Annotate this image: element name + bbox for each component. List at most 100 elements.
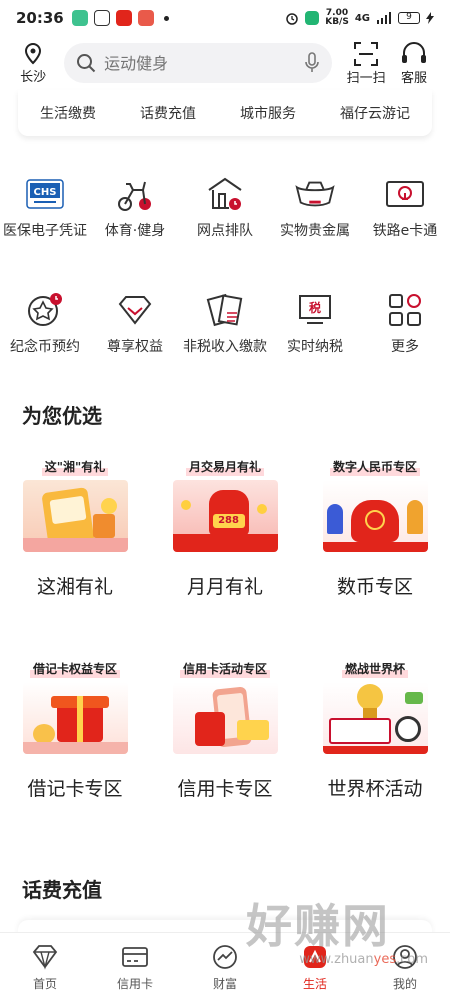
- bank-queue-icon: [205, 174, 245, 214]
- quick-service-item[interactable]: 生活缴费: [40, 103, 96, 123]
- grid-item-label: 体育·健身: [104, 223, 166, 239]
- promo-name: 月月有礼: [186, 576, 263, 598]
- grid-item-label: 铁路e卡通: [372, 223, 438, 239]
- service-label: 客服: [401, 70, 428, 86]
- grid-item-coin-reservation[interactable]: 纪念币预约: [0, 290, 90, 357]
- promo-card-credit[interactable]: 信用卡活动专区 信用卡专区: [150, 660, 300, 801]
- service-grid-row-2: 纪念币预约 尊享权益 非税收入缴款 税 实时纳税 更多: [0, 290, 450, 357]
- promo-tag: 借记卡权益专区: [29, 660, 120, 678]
- nav-credit-card[interactable]: 信用卡: [90, 933, 180, 1000]
- search-bar[interactable]: [64, 43, 333, 83]
- header: 长沙 扫一扫 客服: [0, 36, 450, 90]
- promo-name: 这湘有礼: [36, 576, 113, 598]
- gold-ingot-icon: [295, 174, 335, 214]
- grid-item-label: 实时纳税: [287, 339, 343, 355]
- promo-tag: 数字人民币专区: [329, 458, 420, 476]
- wealth-chart-icon: [210, 942, 240, 972]
- app-notification-icon: [71, 10, 88, 26]
- nav-home[interactable]: 首页: [0, 933, 90, 1000]
- promo-card-debit[interactable]: 借记卡权益专区 借记卡专区: [0, 660, 150, 801]
- grid-item-label: 医保电子凭证: [3, 223, 87, 239]
- quick-service-item[interactable]: 城市服务: [240, 103, 296, 123]
- scan-label: 扫一扫: [346, 70, 386, 86]
- digital-rmb-illustration: [322, 480, 428, 552]
- credit-card-phone-illustration: [172, 682, 278, 754]
- quick-service-item[interactable]: 福仔云游记: [340, 103, 410, 123]
- gift-box-illustration: [22, 682, 128, 754]
- alarm-icon: [286, 13, 298, 25]
- red-envelope-illustration: 288: [172, 480, 278, 552]
- headset-icon: [402, 41, 427, 63]
- grid-item-label: 尊享权益: [107, 339, 163, 355]
- diamond-home-icon: [30, 942, 60, 972]
- scan-icon: [354, 41, 379, 66]
- nav-label: 信用卡: [116, 976, 153, 991]
- section-title-recommended: 为您优选: [22, 404, 102, 428]
- diamond-icon: [115, 290, 155, 330]
- signal-type: 4G: [354, 12, 370, 24]
- grid-item-non-tax-payment[interactable]: 非税收入缴款: [180, 290, 270, 357]
- promo-tag: 月交易月有礼: [185, 458, 264, 476]
- documents-icon: [205, 290, 245, 330]
- promo-name: 世界杯活动: [327, 778, 423, 800]
- railway-card-icon: [385, 174, 425, 214]
- grid-item-label: 更多: [391, 339, 419, 355]
- promo-card-world-cup[interactable]: 燃战世界杯 世界杯活动: [300, 660, 450, 801]
- grid-item-more[interactable]: 更多: [360, 290, 450, 357]
- grid-item-medical-insurance[interactable]: CHS 医保电子凭证: [0, 174, 90, 241]
- status-bar: 20:36 7.00 KB/S 4G 9: [0, 0, 450, 36]
- service-grid-row-1: CHS 医保电子凭证 体育·健身 网点排队 实物贵金属 铁路e卡通: [0, 174, 450, 241]
- battery-icon: 9: [398, 12, 420, 24]
- vpn-icon: [305, 11, 320, 25]
- network-speed: 7.00 KB/S: [325, 8, 349, 27]
- more-notifications-icon: [163, 15, 169, 21]
- svg-text:CHS: CHS: [34, 187, 57, 198]
- app-notification-icon: [115, 10, 132, 26]
- scan-button[interactable]: 扫一扫: [342, 41, 390, 86]
- promo-name: 借记卡专区: [27, 778, 123, 800]
- watermark-text: 好赚网: [246, 899, 390, 953]
- microphone-icon[interactable]: [304, 52, 320, 74]
- location-label: 长沙: [20, 69, 47, 85]
- search-input[interactable]: [104, 53, 305, 73]
- promo-tag: 信用卡活动专区: [179, 660, 270, 678]
- chs-icon: CHS: [25, 174, 65, 214]
- grid-item-railway-card[interactable]: 铁路e卡通: [360, 174, 450, 241]
- promo-card-xiang[interactable]: 这"湘"有礼 这湘有礼: [0, 458, 150, 599]
- grid-item-label: 网点排队: [197, 223, 253, 239]
- nav-label: 财富: [212, 976, 237, 991]
- watermark-url: www.zhuanyes.com: [299, 952, 428, 967]
- location-button[interactable]: 长沙: [12, 42, 54, 85]
- grid-item-label: 纪念币预约: [10, 339, 80, 355]
- charging-icon: [426, 12, 434, 24]
- location-pin-icon: [25, 42, 42, 64]
- site-watermark: 好赚网 www.zhuanyes.com: [246, 900, 436, 986]
- tax-icon: 税: [295, 290, 335, 330]
- grid-item-real-time-tax[interactable]: 税 实时纳税: [270, 290, 360, 357]
- promo-row-2: 借记卡权益专区 借记卡专区 信用卡活动专区 信用卡专区 燃战世界杯 世界杯活动: [0, 660, 450, 801]
- promo-tag: 这"湘"有礼: [41, 458, 109, 476]
- grid-item-queue[interactable]: 网点排队: [180, 174, 270, 241]
- exercise-bike-icon: [115, 174, 155, 214]
- grid-item-precious-metal[interactable]: 实物贵金属: [270, 174, 360, 241]
- promo-name: 数币专区: [336, 576, 413, 598]
- status-time: 20:36: [16, 9, 64, 27]
- search-icon: [77, 54, 96, 73]
- signal-icon: [377, 12, 391, 24]
- app-notification-icon: [93, 10, 110, 26]
- quick-service-item[interactable]: 话费充值: [140, 103, 196, 123]
- coin-clock-icon: [25, 290, 65, 330]
- svg-text:税: 税: [309, 300, 321, 315]
- section-title-recharge: 话费充值: [22, 878, 102, 902]
- customer-service-button[interactable]: 客服: [390, 41, 438, 86]
- world-cup-illustration: [322, 682, 428, 754]
- grid-item-privileges[interactable]: 尊享权益: [90, 290, 180, 357]
- promo-card-digital-rmb[interactable]: 数字人民币专区 数币专区: [300, 458, 450, 599]
- quick-services-card: 生活缴费 话费充值 城市服务 福仔云游记: [18, 90, 432, 136]
- grid-item-sports[interactable]: 体育·健身: [90, 174, 180, 241]
- promo-row-1: 这"湘"有礼 这湘有礼 月交易月有礼 288 月月有礼 数字人民币专区 数币专区: [0, 458, 450, 599]
- promo-card-monthly[interactable]: 月交易月有礼 288 月月有礼: [150, 458, 300, 599]
- app-notification-icon: [137, 10, 154, 26]
- grid-item-label: 非税收入缴款: [183, 339, 267, 355]
- gift-phone-illustration: [22, 480, 128, 552]
